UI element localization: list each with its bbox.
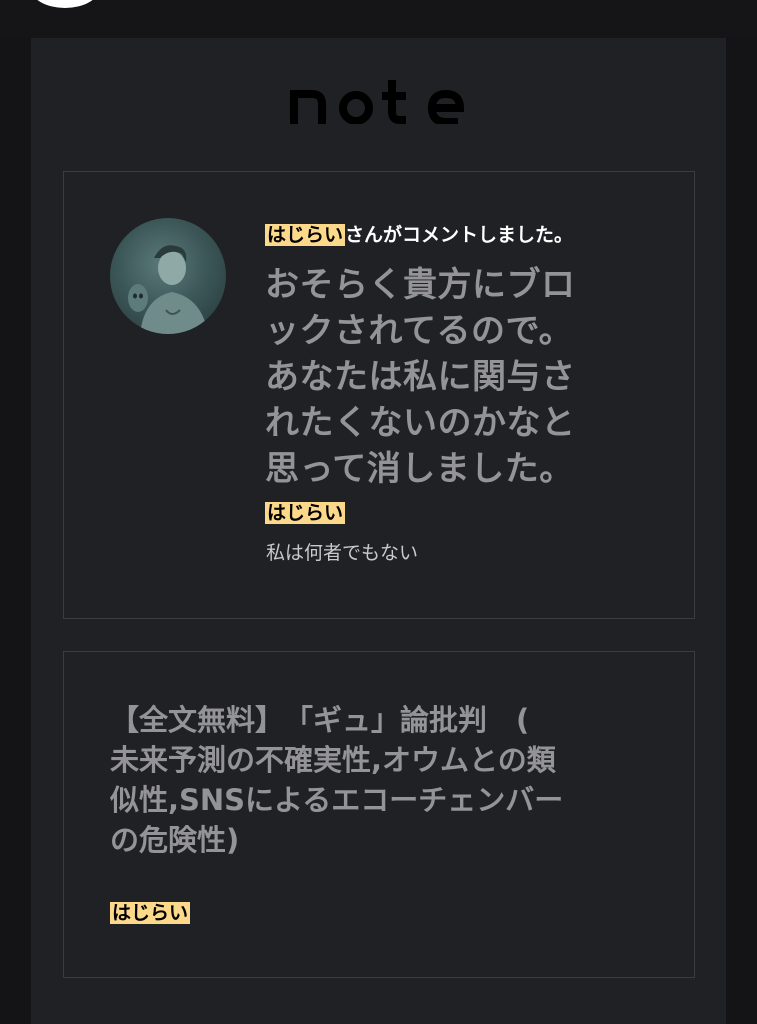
comment-line: 思って消しました。 bbox=[265, 449, 574, 489]
top-bar bbox=[0, 0, 757, 38]
article-author[interactable]: はじらい bbox=[110, 900, 191, 926]
account-avatar[interactable] bbox=[30, 0, 100, 8]
article-title-line: 未来予測の不確実性,オウムとの類 bbox=[110, 743, 556, 777]
comment-notification: はじらい さんがコメントしました。 bbox=[265, 222, 685, 248]
article-title-line: 【全文無料】 「ギュ」論批判 ( bbox=[110, 703, 530, 737]
commenter-name-link[interactable]: はじらい bbox=[265, 224, 346, 246]
author-name[interactable]: はじらい bbox=[265, 502, 346, 524]
comment-line: れたくないのかなと bbox=[265, 403, 576, 443]
user-avatar[interactable] bbox=[110, 218, 226, 334]
comment-line: おそらく貴方にブロ bbox=[265, 265, 576, 305]
notification-suffix: さんがコメントしました。 bbox=[345, 224, 574, 246]
note-logo[interactable] bbox=[290, 80, 468, 124]
article-author-name[interactable]: はじらい bbox=[110, 902, 191, 924]
article-title-line: 似性,SNSによるエコーチェンバー bbox=[110, 783, 564, 817]
article-title-line: の危険性) bbox=[110, 823, 240, 857]
comment-author[interactable]: はじらい bbox=[265, 500, 346, 526]
comment-text[interactable]: おそらく貴方にブロ ックされてるので。 あなたは私に関与さ れたくないのかなと … bbox=[265, 262, 625, 492]
article-title[interactable]: 【全文無料】 「ギュ」論批判 ( 未来予測の不確実性,オウムとの類 似性,SNS… bbox=[110, 700, 670, 860]
comment-line: ックされてるので。 bbox=[265, 311, 574, 351]
author-bio: 私は何者でもない bbox=[266, 542, 419, 564]
avatar-illustration-icon bbox=[128, 245, 208, 334]
comment-line: あなたは私に関与さ bbox=[265, 357, 576, 397]
